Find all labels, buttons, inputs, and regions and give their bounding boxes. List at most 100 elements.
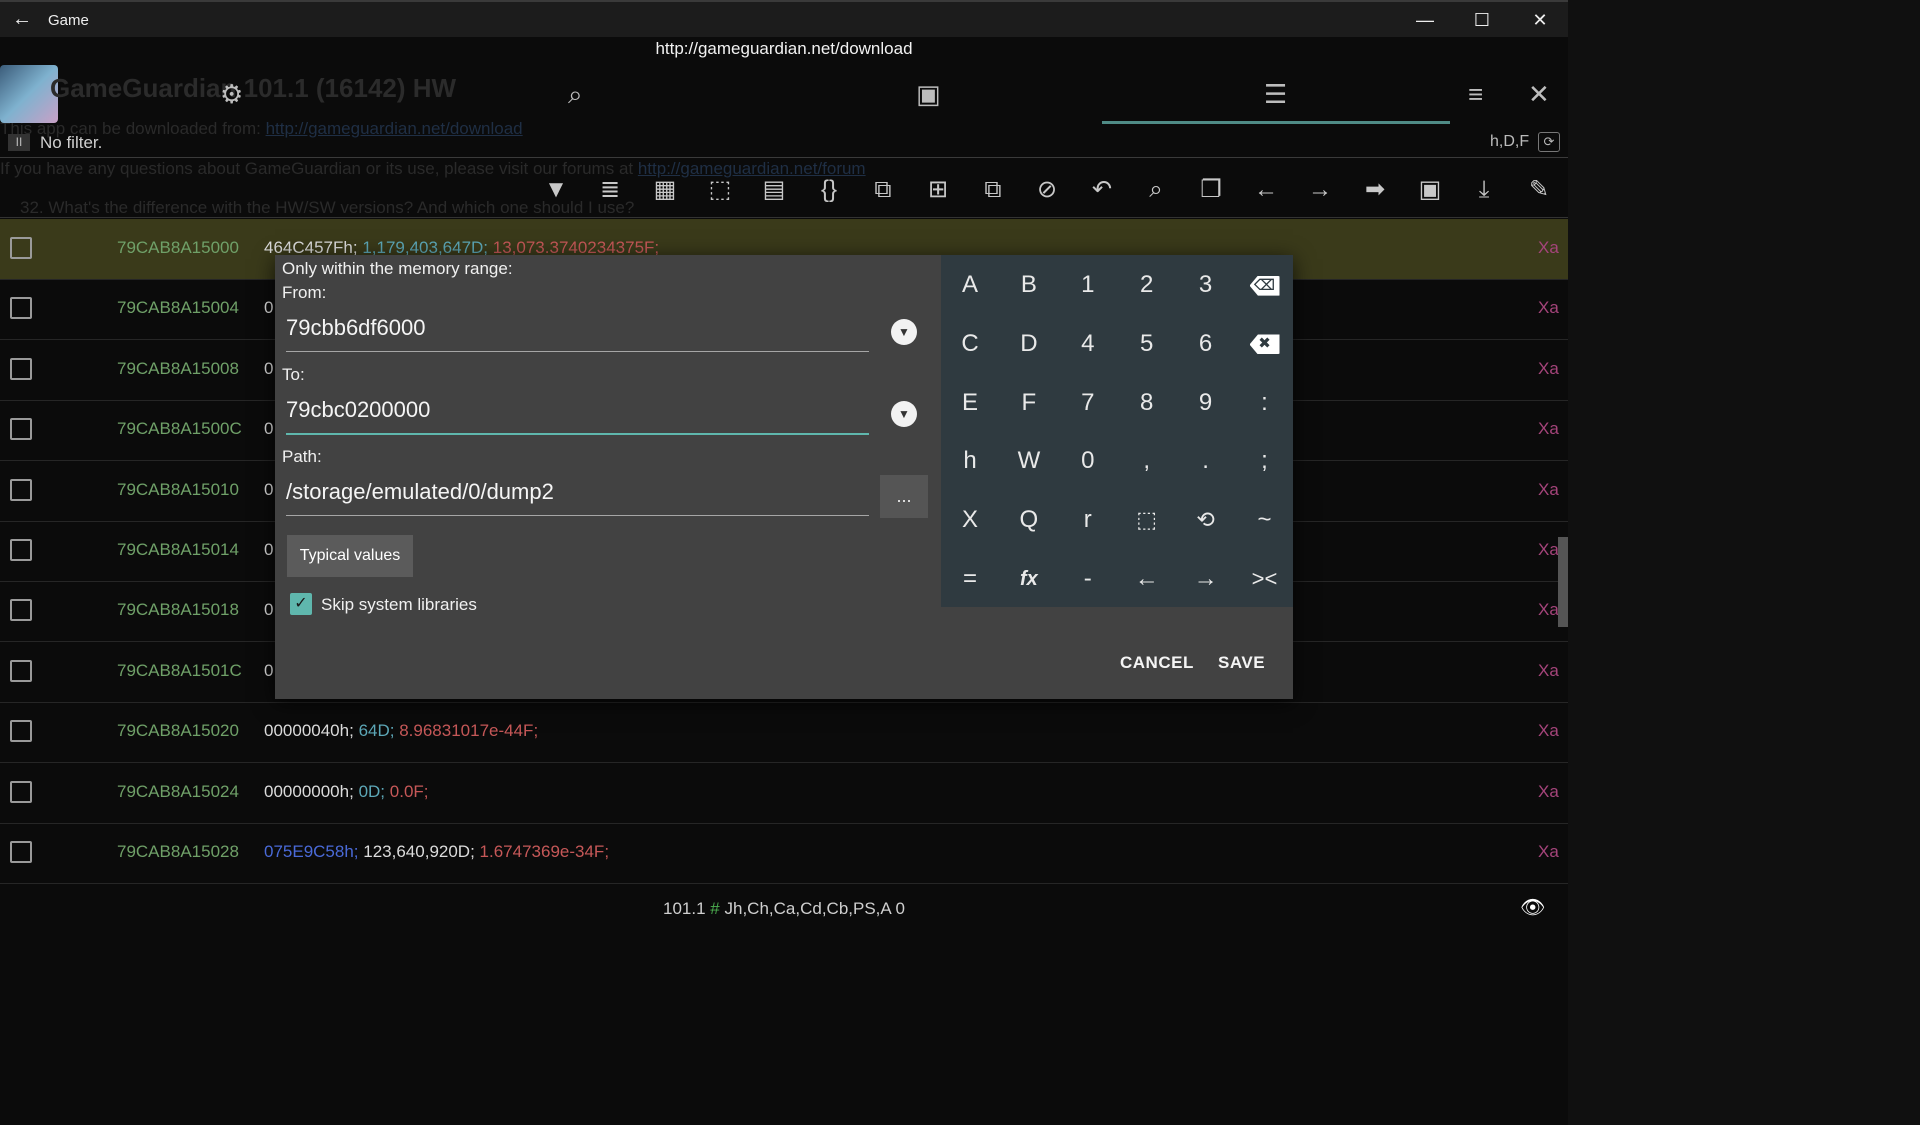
copy-region-icon[interactable]: ⧉ (866, 173, 900, 207)
key-1-3[interactable]: 5 (1118, 315, 1176, 373)
table-row[interactable]: 79CAB8A15020 00000040h; 64D; 8.96831017e-… (0, 702, 1568, 764)
pause-button[interactable]: II (8, 134, 30, 151)
key-3-0[interactable]: h (941, 432, 999, 490)
row-checkbox[interactable] (10, 539, 32, 561)
row-checkbox[interactable] (10, 720, 32, 743)
row-checkbox[interactable] (10, 418, 32, 441)
edit-comment-icon[interactable]: ✎ (1522, 173, 1556, 207)
key-swap-icon[interactable]: >< (1236, 550, 1294, 608)
key-3-1[interactable]: W (1000, 432, 1058, 490)
row-checkbox[interactable] (10, 659, 32, 682)
key-2-1[interactable]: F (1000, 374, 1058, 432)
from-field[interactable] (286, 311, 869, 352)
search-check-icon[interactable]: ⌕ (1139, 173, 1173, 207)
goto-icon[interactable]: ➡ (1358, 173, 1392, 207)
row-checkbox[interactable] (10, 297, 32, 320)
table-row[interactable]: 79CAB8A15024 00000000h; 0D; 0.0F; Xa (0, 763, 1568, 824)
row-checkbox[interactable] (10, 841, 32, 863)
key-history-icon[interactable]: ⟲ (1177, 491, 1235, 549)
path-input[interactable] (286, 479, 869, 505)
key-3-2[interactable]: 0 (1059, 432, 1117, 490)
key-1-1[interactable]: D (1000, 315, 1058, 373)
key-0-1[interactable]: B (1000, 256, 1058, 314)
key-clear-icon[interactable]: ✖ (1236, 315, 1294, 373)
search-icon[interactable]: ⌕ (568, 79, 583, 111)
key-0-4[interactable]: 3 (1177, 256, 1235, 314)
row-checkbox[interactable] (10, 237, 32, 259)
row-checkbox[interactable] (10, 357, 32, 380)
maximize-button[interactable]: ☐ (1459, 6, 1505, 34)
duplicate-icon[interactable]: ⧉ (976, 173, 1010, 207)
saved-list-icon[interactable]: ▣ (916, 79, 941, 110)
key-3-4[interactable]: . (1177, 432, 1235, 490)
key-0-3[interactable]: 2 (1118, 256, 1176, 314)
value-flags[interactable]: h,D,F (1490, 133, 1529, 151)
key-2-4[interactable]: 9 (1177, 374, 1235, 432)
key-2-3[interactable]: 8 (1118, 374, 1176, 432)
copy-icon[interactable]: ❐ (1194, 173, 1228, 207)
key-1-4[interactable]: 6 (1177, 315, 1235, 373)
key-backspace-icon[interactable]: ⌫ (1236, 256, 1294, 314)
key-5-2[interactable]: - (1059, 550, 1117, 608)
key-0-0[interactable]: A (941, 256, 999, 314)
path-field[interactable] (286, 475, 869, 516)
typical-values-button[interactable]: Typical values (287, 535, 413, 577)
key-4-0[interactable]: X (941, 491, 999, 549)
to-input[interactable] (286, 397, 869, 423)
browse-path-button[interactable]: ... (880, 475, 928, 518)
key-2-2[interactable]: 7 (1059, 374, 1117, 432)
deselect-icon[interactable]: ⊘ (1030, 173, 1064, 207)
key-3-3[interactable]: , (1118, 432, 1176, 490)
row-values: 0 (264, 661, 273, 681)
key-2-5[interactable]: : (1236, 374, 1294, 432)
key-2-0[interactable]: E (941, 374, 999, 432)
key-4-2[interactable]: r (1059, 491, 1117, 549)
minimize-button[interactable]: — (1402, 6, 1448, 34)
from-dropdown-icon[interactable]: ▼ (891, 319, 917, 345)
select-region-icon[interactable]: ⬚ (703, 173, 737, 207)
key-1-0[interactable]: C (941, 315, 999, 373)
window-title: Game (48, 12, 89, 29)
to-dropdown-icon[interactable]: ▼ (891, 401, 917, 427)
skip-libraries-checkbox[interactable]: ✓ (290, 593, 312, 615)
key-5-0[interactable]: = (941, 550, 999, 608)
folder-download-icon[interactable]: ⊞ (921, 173, 955, 207)
window-titlebar: ← Game — ☐ ✕ (0, 0, 1568, 37)
undo-icon[interactable]: ↶ (1085, 173, 1119, 207)
save-icon[interactable]: ▣ (1413, 173, 1447, 207)
chip-icon[interactable]: ▦ (648, 173, 682, 207)
menu-icon[interactable]: ≡ (1468, 79, 1483, 110)
save-button[interactable]: SAVE (1218, 653, 1265, 673)
scrollbar[interactable] (1558, 537, 1568, 627)
key-4-1[interactable]: Q (1000, 491, 1058, 549)
calculator-icon[interactable]: ▤ (757, 173, 791, 207)
to-field[interactable] (286, 393, 869, 435)
settings-sliders-icon[interactable]: ⚙ (220, 79, 243, 110)
key-select-region-icon[interactable]: ⬚ (1118, 491, 1176, 549)
from-input[interactable] (286, 315, 869, 341)
key-0-2[interactable]: 1 (1059, 256, 1117, 314)
eye-icon[interactable]: 👁 (1520, 895, 1545, 920)
filter-icon[interactable]: ▼ (539, 173, 573, 207)
dump-download-icon[interactable]: ⤓ (1467, 173, 1501, 207)
key-5-1[interactable]: fx (1000, 550, 1058, 608)
key-1-2[interactable]: 4 (1059, 315, 1117, 373)
row-checkbox[interactable] (10, 599, 32, 622)
go-back-icon[interactable]: ← (1249, 173, 1283, 207)
go-forward-icon[interactable]: → (1303, 173, 1337, 207)
select-list-icon[interactable]: ≣ (593, 173, 627, 207)
memory-editor-icon[interactable]: ☰ (1264, 79, 1287, 110)
table-row[interactable]: 79CAB8A15028 075E9C58h; 123,640,920D; 1.6… (0, 823, 1568, 884)
key-left-arrow-icon[interactable]: ← (1118, 550, 1176, 608)
braces-icon[interactable]: {} (812, 173, 846, 207)
close-app-icon[interactable]: ✕ (1528, 79, 1550, 110)
key-3-5[interactable]: ; (1236, 432, 1294, 490)
cancel-button[interactable]: CANCEL (1120, 653, 1194, 673)
back-arrow-icon[interactable]: ← (12, 8, 32, 31)
row-checkbox[interactable] (10, 478, 32, 501)
refresh-icon[interactable]: ⟳ (1538, 132, 1560, 152)
row-checkbox[interactable] (10, 780, 32, 803)
close-window-button[interactable]: ✕ (1517, 6, 1563, 34)
key-4-5[interactable]: ~ (1236, 491, 1294, 549)
key-right-arrow-icon[interactable]: → (1177, 550, 1235, 608)
